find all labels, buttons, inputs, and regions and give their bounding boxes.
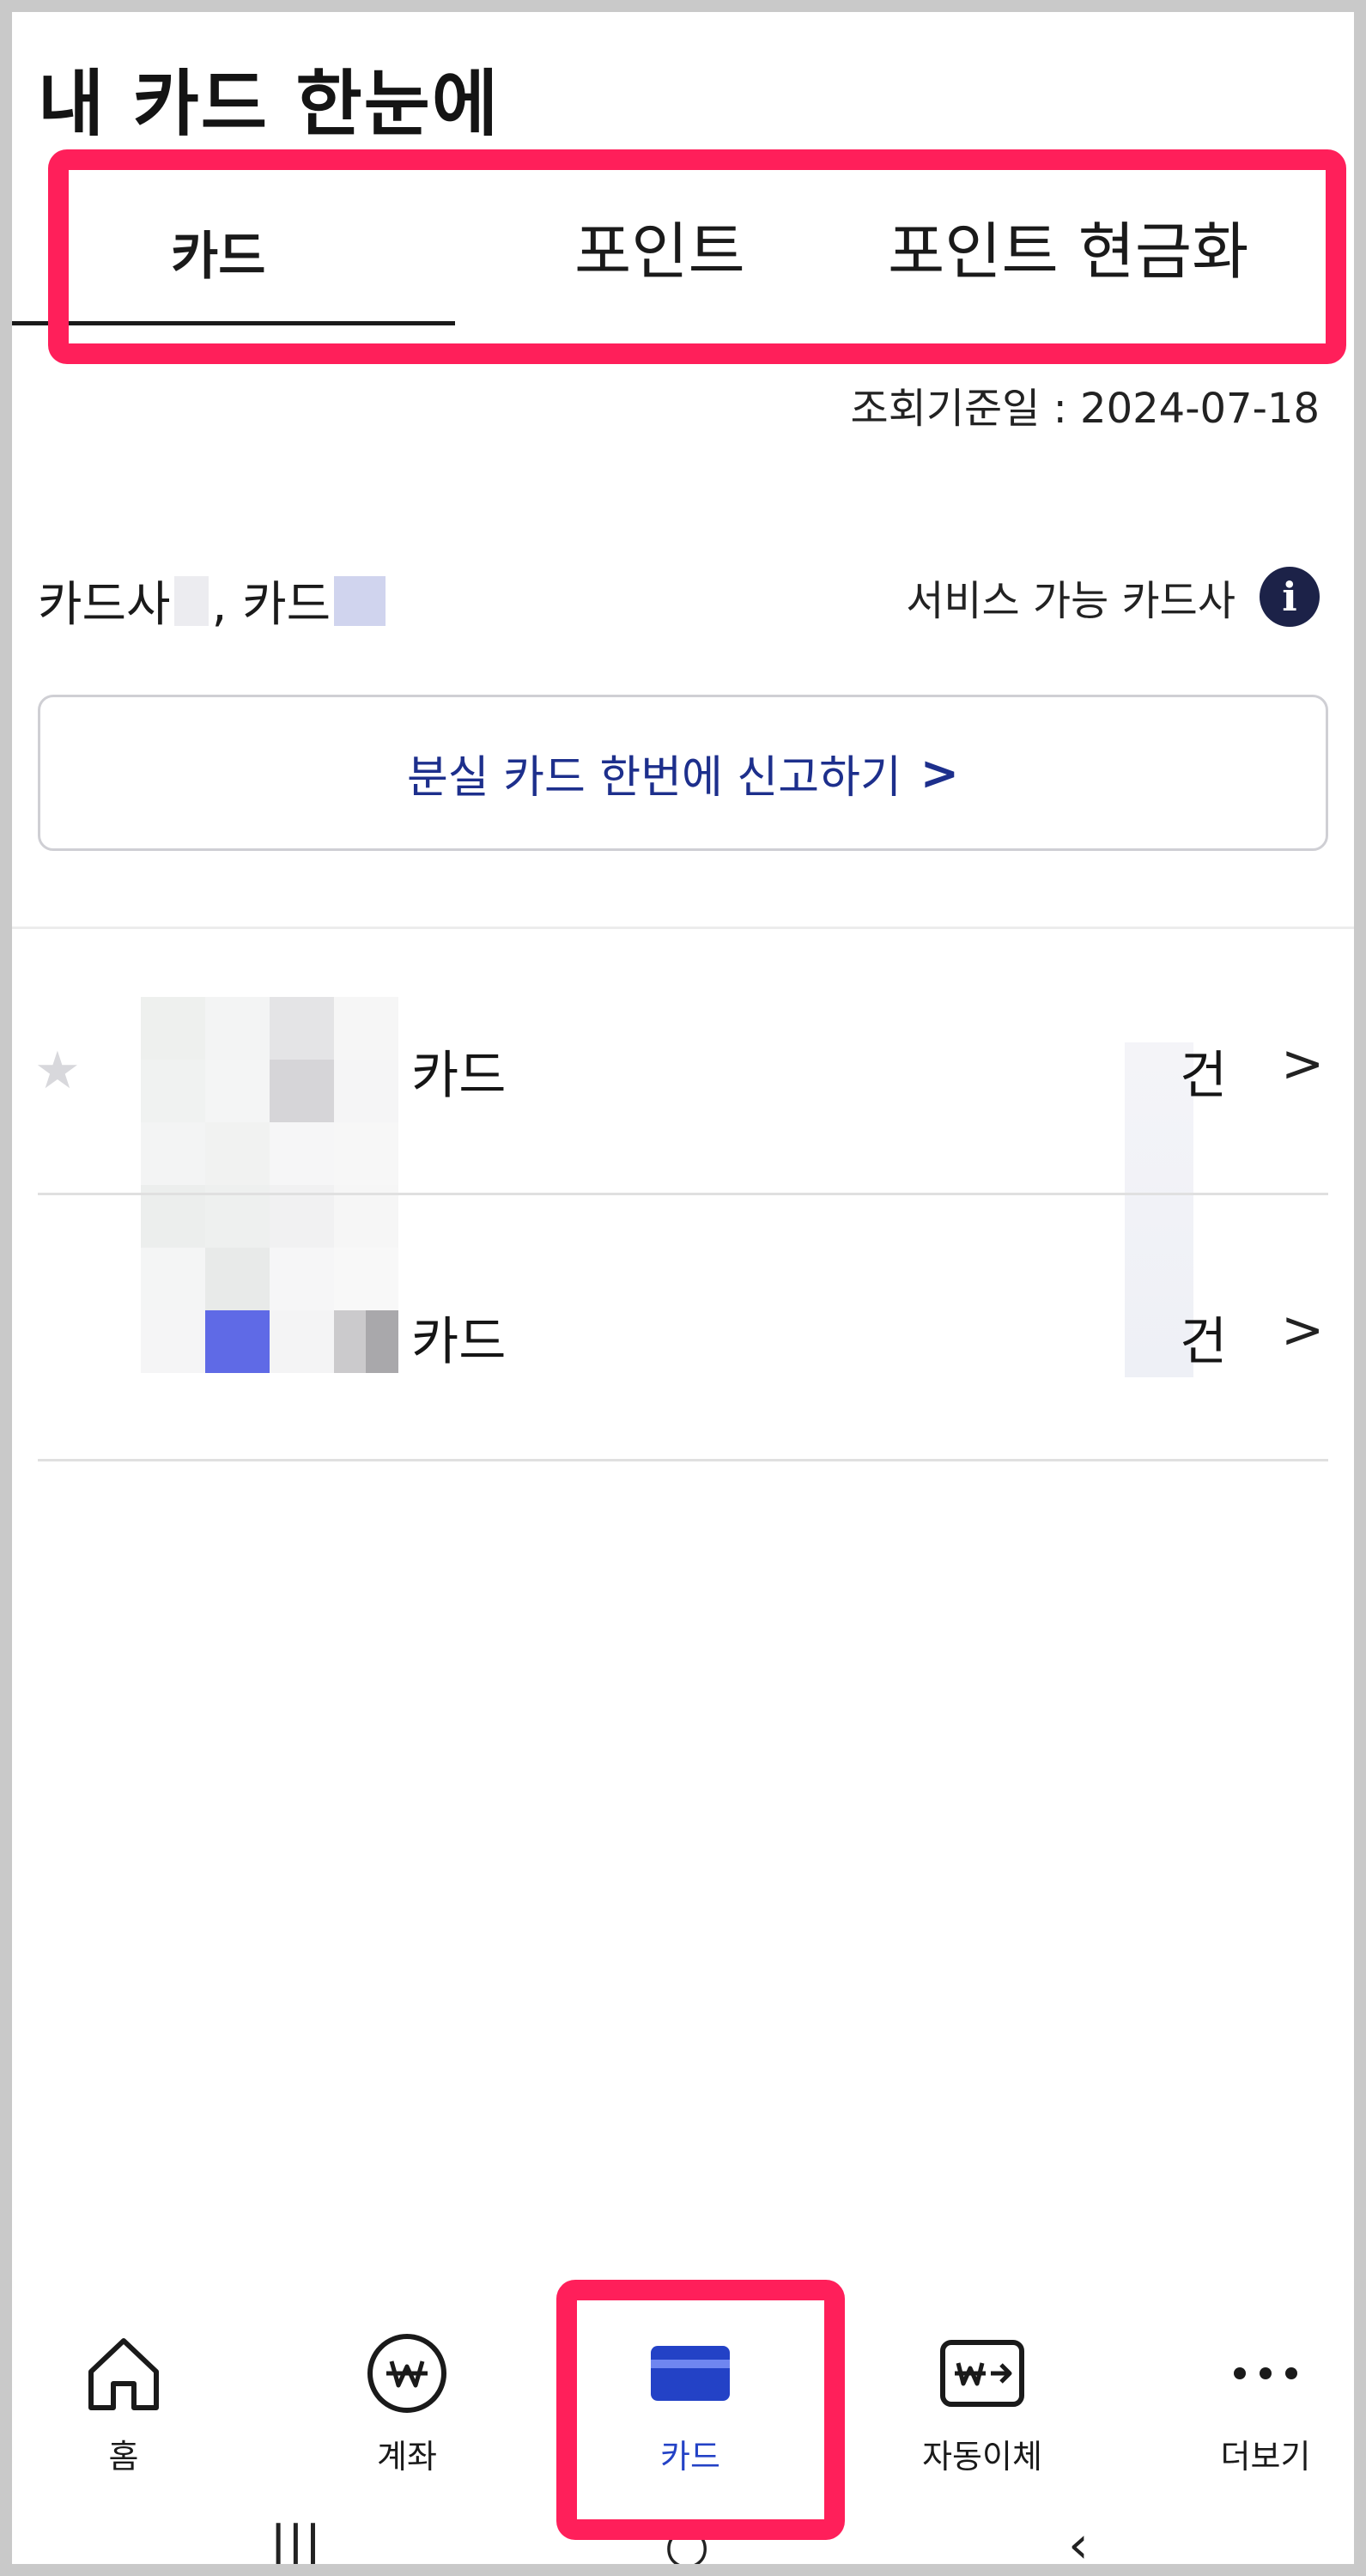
section-divider: [12, 927, 1354, 929]
card-issuer-name: 카드: [411, 1046, 507, 1106]
won-coin-icon: [364, 2330, 450, 2416]
tab-card[interactable]: 카드: [171, 215, 265, 289]
chevron-right-icon: >: [1281, 1300, 1325, 1360]
nav-more[interactable]: 더보기: [1171, 2330, 1354, 2477]
chevron-right-icon: >: [920, 745, 960, 800]
card-count-suffix: 건: [1180, 1312, 1228, 1372]
recent-apps-icon[interactable]: |||: [270, 2519, 322, 2564]
service-issuers-label: 서비스 가능 카드사: [906, 577, 1235, 625]
card-count-label: , 카드: [211, 577, 331, 633]
auto-transfer-icon: [939, 2330, 1025, 2416]
nav-card[interactable]: 카드: [596, 2330, 785, 2477]
chevron-right-icon: >: [1281, 1034, 1325, 1094]
active-tab-indicator: [12, 321, 455, 325]
issuer-count-label: 카드사: [38, 577, 171, 633]
tab-bar: 카드 포인트 포인트 현금화: [12, 149, 1334, 325]
more-dots-icon: [1223, 2330, 1308, 2416]
page-title: 내 카드 한눈에: [38, 62, 501, 146]
nav-home[interactable]: 홈: [29, 2330, 218, 2477]
card-count-suffix: 건: [1180, 1046, 1228, 1106]
card-issuer-name: 카드: [411, 1312, 507, 1372]
home-icon: [81, 2330, 167, 2416]
redacted-issuer-count: [173, 575, 209, 626]
tab-point-cash[interactable]: 포인트 현금화: [888, 201, 1248, 291]
screen: 내 카드 한눈에 카드 포인트 포인트 현금화 조회기준일 : 2024-07-…: [12, 12, 1354, 2564]
nav-more-label: 더보기: [1220, 2438, 1311, 2476]
nav-card-label: 카드: [660, 2438, 720, 2476]
query-date: 조회기준일 : 2024-07-18: [850, 385, 1320, 433]
nav-home-label: 홈: [108, 2438, 139, 2476]
nav-account[interactable]: 계좌: [313, 2330, 501, 2477]
report-lost-cards-button[interactable]: 분실 카드 한번에 신고하기 >: [38, 695, 1328, 851]
row-divider: [38, 1193, 1328, 1195]
nav-account-label: 계좌: [377, 2438, 437, 2476]
nav-auto-transfer-label: 자동이체: [922, 2438, 1042, 2476]
nav-auto-transfer[interactable]: 자동이체: [888, 2330, 1077, 2477]
card-issuer-row[interactable]: 카드 건 >: [12, 1206, 1354, 1463]
tab-point[interactable]: 포인트: [574, 201, 745, 291]
report-lost-cards-label: 분실 카드 한번에 신고하기: [406, 751, 902, 804]
service-issuers-link[interactable]: 서비스 가능 카드사 i: [906, 567, 1320, 627]
back-icon[interactable]: ‹: [1068, 2519, 1089, 2564]
card-issuer-row[interactable]: ★ 카드 건 >: [12, 939, 1354, 1197]
info-icon[interactable]: i: [1260, 567, 1320, 627]
system-navigation-bar: ||| ○ ‹: [12, 2519, 1354, 2564]
card-summary: 카드사 , 카드: [38, 566, 389, 635]
row-divider: [38, 1459, 1328, 1461]
system-home-icon[interactable]: ○: [665, 2519, 709, 2564]
card-icon: [647, 2330, 733, 2416]
star-icon[interactable]: ★: [34, 1041, 81, 1101]
redacted-card-count: [334, 575, 386, 626]
bottom-navigation: 홈 계좌 카드 자동이체 더보기: [12, 2279, 1354, 2485]
